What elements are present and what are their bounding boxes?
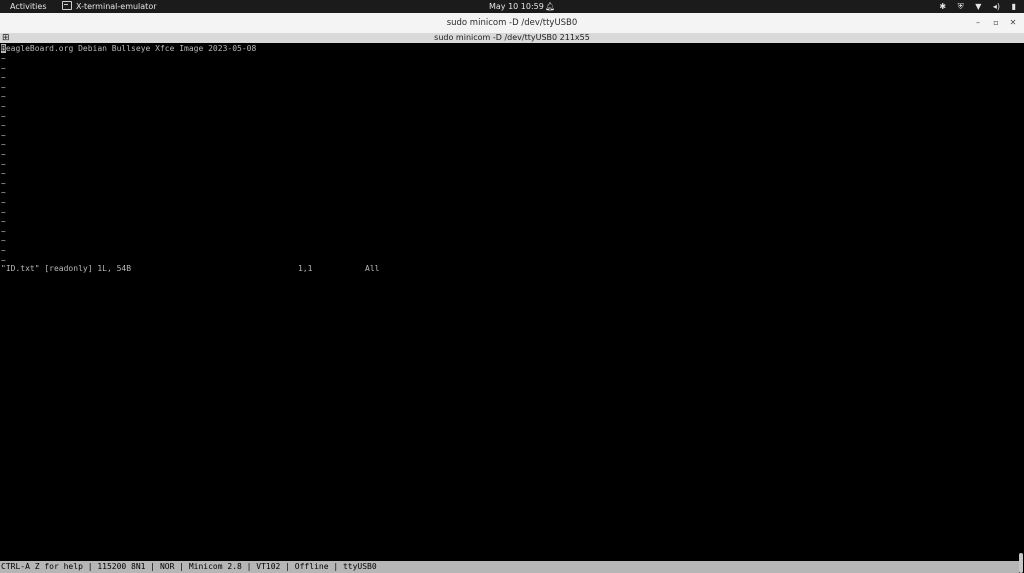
tilde-line: ~ [1, 178, 6, 188]
shield-icon[interactable]: ⛨ [958, 0, 964, 13]
close-button[interactable]: ✕ [1007, 17, 1019, 29]
top-panel: Activities X-terminal-emulator May 10 10… [0, 0, 1024, 13]
tab-title: sudo minicom -D /dev/ttyUSB0 211x55 [434, 33, 590, 42]
activities-button[interactable]: Activities [10, 0, 47, 13]
terminal-scrollbar[interactable] [1018, 43, 1024, 573]
terminal-tab-bar: ⊞ sudo minicom -D /dev/ttyUSB0 211x55 [0, 33, 1024, 43]
tilde-line: ~ [1, 246, 6, 255]
tilde-line: ~ [1, 159, 6, 169]
bell-icon[interactable]: 🔔︎ [545, 0, 555, 13]
tilde-line: ~ [1, 207, 6, 217]
tilde-line: ~ [1, 130, 6, 140]
vim-status-position: 1,1 [298, 264, 313, 273]
tilde-line: ~ [1, 82, 6, 92]
battery-icon[interactable]: ▮ [1012, 0, 1016, 13]
file-content-text: eagleBoard.org Debian Bullseye Xfce Imag… [5, 44, 257, 53]
window-title: sudo minicom -D /dev/ttyUSB0 [446, 18, 578, 28]
terminal-output[interactable]: BeagleBoard.org Debian Bullseye Xfce Ima… [0, 43, 1018, 561]
terminal-app-icon [62, 1, 72, 10]
volume-icon[interactable]: ◂) [993, 0, 1000, 13]
scrollbar-thumb[interactable] [1019, 553, 1023, 573]
app-menu[interactable]: X-terminal-emulator [62, 0, 157, 13]
tilde-line: ~ [1, 63, 6, 73]
file-content-line: BeagleBoard.org Debian Bullseye Xfce Ima… [1, 44, 256, 53]
system-tray[interactable]: ✱ ⛨ ▼ ◂) ▮ [930, 0, 1016, 13]
tilde-line: ~ [1, 102, 6, 111]
wifi-icon[interactable]: ▼ [975, 0, 981, 13]
tilde-line: ~ [1, 111, 6, 121]
tilde-line: ~ [1, 92, 6, 102]
tilde-line: ~ [1, 54, 6, 63]
maximize-button[interactable]: ▫ [990, 17, 1002, 29]
vim-status-scroll: All [365, 264, 380, 273]
minimize-button[interactable]: – [972, 17, 984, 29]
app-menu-label: X-terminal-emulator [76, 2, 157, 11]
tilde-line: ~ [1, 121, 6, 131]
clock[interactable]: May 10 10:59 [489, 0, 544, 13]
window-titlebar[interactable]: sudo minicom -D /dev/ttyUSB0 – ▫ ✕ [0, 13, 1024, 34]
tilde-line: ~ [1, 236, 6, 246]
minicom-status-bar: CTRL-A Z for help | 115200 8N1 | NOR | M… [0, 561, 1019, 573]
accessibility-icon[interactable]: ✱ [939, 0, 946, 13]
tilde-line: ~ [1, 198, 6, 207]
tilde-line: ~ [1, 169, 6, 179]
tilde-line: ~ [1, 150, 6, 159]
vim-status-file: "ID.txt" [readonly] 1L, 54B [1, 264, 132, 273]
tilde-line: ~ [1, 140, 6, 150]
tilde-line: ~ [1, 73, 6, 83]
tilde-line: ~ [1, 188, 6, 198]
tilde-line: ~ [1, 217, 6, 227]
tilde-line: ~ [1, 226, 6, 236]
